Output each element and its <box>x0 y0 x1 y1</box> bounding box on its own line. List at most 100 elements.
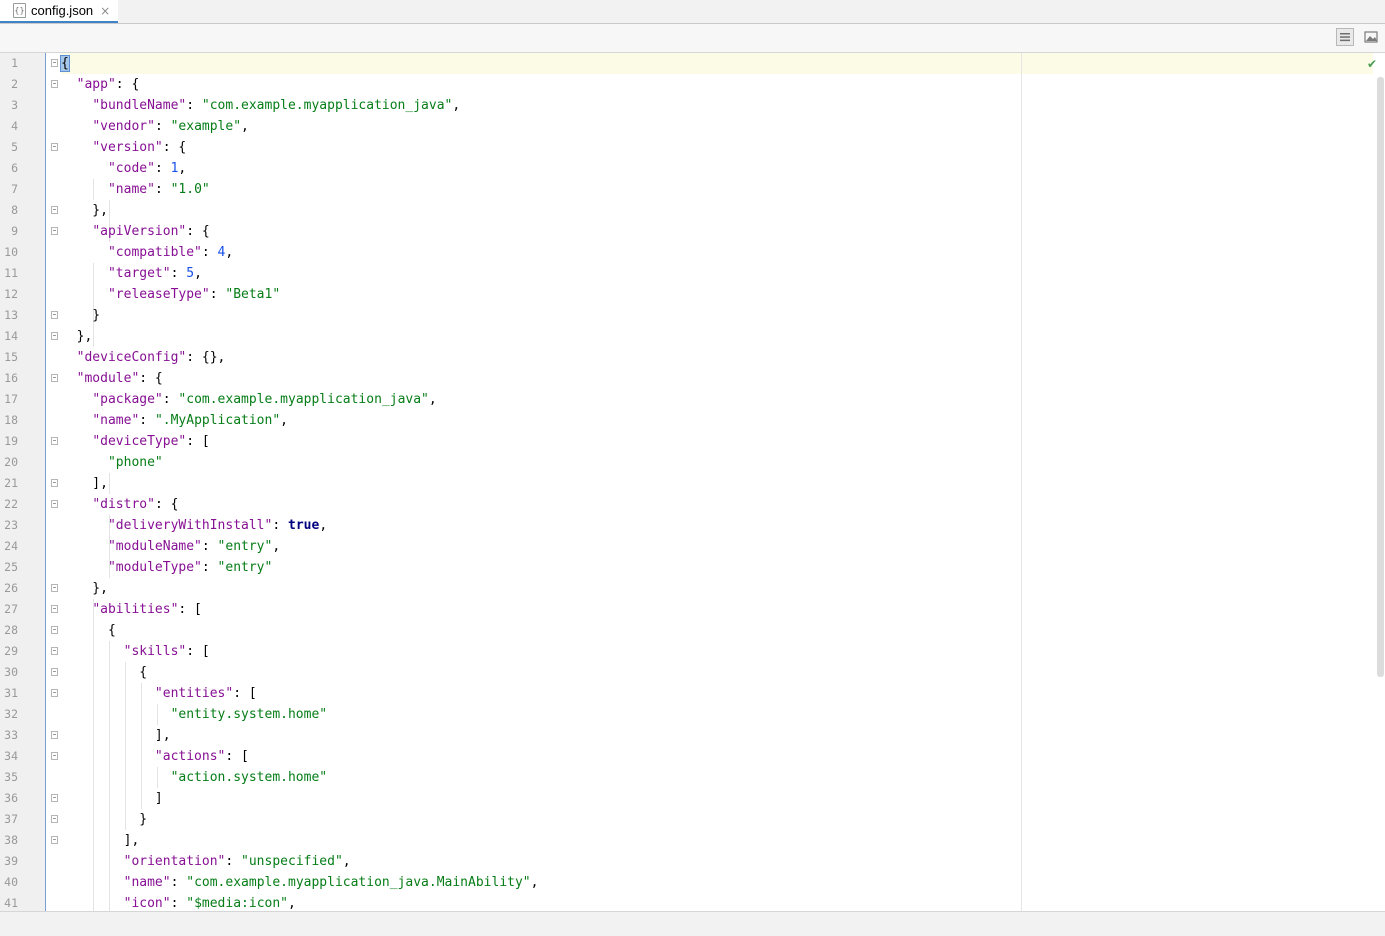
line-number: 33 <box>4 728 18 742</box>
code-line[interactable]: 6 "code": 1, <box>0 158 1000 179</box>
code-token: : <box>154 119 171 134</box>
list-icon <box>1340 33 1350 42</box>
code-text: "target": 5, <box>61 263 202 284</box>
code-token: } <box>61 812 148 827</box>
list-view-button[interactable] <box>1336 28 1354 46</box>
preview-button[interactable] <box>1362 28 1380 46</box>
code-line[interactable]: 4 "vendor": "example", <box>0 116 1000 137</box>
code-line[interactable]: 3 "bundleName": "com.example.myapplicati… <box>0 95 1000 116</box>
code-line[interactable]: 13 } <box>0 305 1000 326</box>
fold-marker-icon[interactable] <box>51 59 58 67</box>
fold-marker-icon[interactable] <box>51 500 58 508</box>
code-line[interactable]: 38 ], <box>0 830 1000 851</box>
code-line[interactable]: 22 "distro": { <box>0 494 1000 515</box>
fold-marker-icon[interactable] <box>51 332 58 340</box>
code-line[interactable]: 32 "entity.system.home" <box>0 704 1000 725</box>
code-line[interactable]: 2 "app": { <box>0 74 1000 95</box>
code-line[interactable]: 37 } <box>0 809 1000 830</box>
code-line[interactable]: 26 }, <box>0 578 1000 599</box>
code-editor[interactable]: 1{2 "app": {3 "bundleName": "com.example… <box>0 53 1385 911</box>
code-token: "name" <box>107 182 155 197</box>
fold-marker-icon[interactable] <box>51 626 58 634</box>
code-line[interactable]: 25 "moduleType": "entry" <box>0 557 1000 578</box>
fold-marker-icon[interactable] <box>51 647 58 655</box>
code-line[interactable]: 19 "deviceType": [ <box>0 431 1000 452</box>
code-line[interactable]: 21 ], <box>0 473 1000 494</box>
fold-marker-icon[interactable] <box>51 143 58 151</box>
code-line[interactable]: 7 "name": "1.0" <box>0 179 1000 200</box>
tab-config-json[interactable]: {} config.json × <box>0 0 118 23</box>
fold-marker-icon[interactable] <box>51 815 58 823</box>
fold-marker-icon[interactable] <box>51 605 58 613</box>
code-line[interactable]: 24 "moduleName": "entry", <box>0 536 1000 557</box>
fold-marker-icon[interactable] <box>51 584 58 592</box>
code-token: ], <box>61 728 171 743</box>
close-icon[interactable]: × <box>100 4 110 18</box>
code-text: "vendor": "example", <box>61 116 249 137</box>
fold-marker-icon[interactable] <box>51 731 58 739</box>
code-token: "package" <box>92 392 163 407</box>
fold-marker-icon[interactable] <box>51 836 58 844</box>
code-token: ], <box>61 476 108 491</box>
code-line[interactable]: 29 "skills": [ <box>0 641 1000 662</box>
code-line[interactable]: 34 "actions": [ <box>0 746 1000 767</box>
fold-marker-icon[interactable] <box>51 80 58 88</box>
line-number: 6 <box>11 161 18 175</box>
code-line[interactable]: 28 { <box>0 620 1000 641</box>
code-line[interactable]: 33 ], <box>0 725 1000 746</box>
code-text: "icon": "$media:icon", <box>61 893 296 911</box>
code-line[interactable]: 39 "orientation": "unspecified", <box>0 851 1000 872</box>
fold-marker-icon[interactable] <box>51 311 58 319</box>
code-line[interactable]: 9 "apiVersion": { <box>0 221 1000 242</box>
code-token: "entry" <box>217 539 273 554</box>
inspection-ok-icon[interactable]: ✔ <box>1367 57 1377 71</box>
code-line[interactable]: 17 "package": "com.example.myapplication… <box>0 389 1000 410</box>
code-token: , <box>428 392 437 407</box>
code-token: : [ <box>186 434 210 449</box>
code-token: "entities" <box>154 686 234 701</box>
code-line[interactable]: 23 "deliveryWithInstall": true, <box>0 515 1000 536</box>
code-line[interactable]: 35 "action.system.home" <box>0 767 1000 788</box>
code-line[interactable]: 14 }, <box>0 326 1000 347</box>
fold-marker-icon[interactable] <box>51 668 58 676</box>
code-line[interactable]: 27 "abilities": [ <box>0 599 1000 620</box>
code-line[interactable]: 8 }, <box>0 200 1000 221</box>
code-token: "name" <box>92 413 140 428</box>
fold-marker-icon[interactable] <box>51 437 58 445</box>
fold-marker-icon[interactable] <box>51 794 58 802</box>
code-line[interactable]: 36 ] <box>0 788 1000 809</box>
code-line[interactable]: 11 "target": 5, <box>0 263 1000 284</box>
code-line[interactable]: 5 "version": { <box>0 137 1000 158</box>
fold-marker-icon[interactable] <box>51 227 58 235</box>
code-line[interactable]: 1{ <box>0 53 1000 74</box>
code-line[interactable]: 18 "name": ".MyApplication", <box>0 410 1000 431</box>
fold-marker-icon[interactable] <box>51 752 58 760</box>
code-line[interactable]: 12 "releaseType": "Beta1" <box>0 284 1000 305</box>
code-line[interactable]: 10 "compatible": 4, <box>0 242 1000 263</box>
code-line[interactable]: 30 { <box>0 662 1000 683</box>
fold-marker-icon[interactable] <box>51 374 58 382</box>
fold-marker-icon[interactable] <box>51 479 58 487</box>
code-line[interactable]: 20 "phone" <box>0 452 1000 473</box>
code-token: , <box>288 896 296 911</box>
scrollbar-thumb[interactable] <box>1377 77 1384 677</box>
code-line[interactable]: 15 "deviceConfig": {}, <box>0 347 1000 368</box>
code-line[interactable]: 16 "module": { <box>0 368 1000 389</box>
code-token: "phone" <box>107 455 163 470</box>
line-number: 38 <box>4 833 18 847</box>
code-line[interactable]: 31 "entities": [ <box>0 683 1000 704</box>
line-number: 36 <box>4 791 18 805</box>
code-token: : {}, <box>186 350 226 365</box>
fold-marker-icon[interactable] <box>51 206 58 214</box>
code-token: , <box>241 119 249 134</box>
fold-marker-icon[interactable] <box>51 689 58 697</box>
code-line[interactable]: 41 "icon": "$media:icon", <box>0 893 1000 911</box>
code-line[interactable]: 40 "name": "com.example.myapplication_ja… <box>0 872 1000 893</box>
code-text: "module": { <box>61 368 163 389</box>
